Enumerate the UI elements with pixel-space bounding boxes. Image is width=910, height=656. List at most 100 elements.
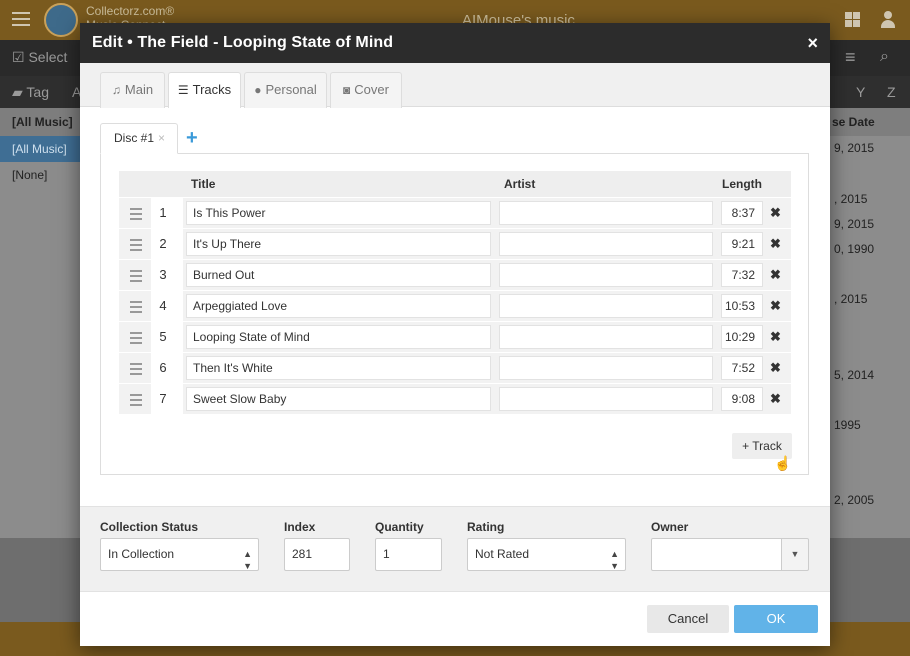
drag-handle-icon[interactable] — [130, 270, 142, 285]
tab-label: Main — [124, 82, 154, 97]
quantity-field[interactable]: 1 — [375, 538, 442, 571]
tab-bar: ♫ Main ☰ Tracks ● Personal ◙ Cover — [80, 63, 830, 108]
tab-label: Personal — [265, 82, 317, 97]
delete-track-icon[interactable]: ✖ — [770, 298, 781, 314]
add-disc-icon[interactable]: + — [186, 128, 198, 148]
close-icon[interactable]: × — [807, 33, 818, 54]
owner-dropdown-button[interactable]: ▼ — [781, 538, 809, 571]
track-row: 5 Looping State of Mind 10:29 ✖ — [119, 321, 791, 352]
track-title-field[interactable]: Sweet Slow Baby — [186, 387, 491, 411]
track-length-field[interactable]: 9:21 — [721, 232, 763, 256]
letter-z[interactable]: Z — [887, 84, 896, 100]
date-cell: 5, 2014 — [834, 368, 875, 382]
disc-tab-label: Disc #1 — [114, 131, 155, 145]
list-item[interactable]: [None] — [12, 168, 47, 182]
search-icon[interactable]: ⌕ — [880, 48, 889, 66]
grid-icon[interactable] — [845, 12, 861, 28]
track-row: 3 Burned Out 7:32 ✖ — [119, 259, 791, 290]
tab-cover[interactable]: ◙ Cover — [330, 72, 402, 108]
track-title-field[interactable]: Is This Power — [186, 201, 491, 225]
updown-arrows-icon: ▲ ▼ — [610, 549, 619, 571]
drag-handle-icon[interactable] — [130, 239, 142, 254]
delete-track-icon[interactable]: ✖ — [770, 267, 781, 283]
index-field[interactable]: 281 — [284, 538, 350, 571]
tab-main[interactable]: ♫ Main — [100, 72, 165, 108]
remove-disc-icon[interactable]: × — [158, 131, 165, 145]
tab-label: Tracks — [192, 82, 232, 97]
tab-personal[interactable]: ● Personal — [244, 72, 327, 108]
track-artist-field[interactable] — [499, 294, 713, 318]
account-icon[interactable] — [880, 11, 896, 29]
track-title-field[interactable]: Looping State of Mind — [186, 325, 491, 349]
track-number: 2 — [151, 229, 183, 259]
track-length-field[interactable]: 8:37 — [721, 201, 763, 225]
track-length-field[interactable]: 7:32 — [721, 263, 763, 287]
track-title-field[interactable]: Burned Out — [186, 263, 491, 287]
owner-field[interactable] — [651, 538, 782, 571]
select-button[interactable]: ☑ Select — [12, 49, 67, 66]
rating-select[interactable]: Not Rated ▲ ▼ — [467, 538, 626, 571]
quantity-label: Quantity — [375, 520, 424, 534]
track-artist-field[interactable] — [499, 232, 713, 256]
drag-handle-icon[interactable] — [130, 301, 142, 316]
column-length: Length — [722, 177, 762, 191]
delete-track-icon[interactable]: ✖ — [770, 329, 781, 345]
drag-handle-icon[interactable] — [130, 208, 142, 223]
track-number-text: 2 — [159, 236, 167, 251]
date-cell: 9, 2015 — [834, 217, 875, 231]
track-number: 7 — [151, 384, 183, 414]
delete-track-icon[interactable]: ✖ — [770, 391, 781, 407]
cancel-button[interactable]: Cancel — [647, 605, 729, 633]
date-cell: 1995 — [834, 418, 861, 432]
track-title-field[interactable]: Arpeggiated Love — [186, 294, 491, 318]
drag-handle-icon[interactable] — [130, 332, 142, 347]
owner-label: Owner — [651, 520, 689, 534]
disc-tab[interactable]: Disc #1 × — [100, 123, 178, 154]
track-number-text: 1 — [159, 205, 167, 220]
list-item[interactable]: [All Music] — [12, 142, 67, 156]
select-label: Select — [28, 49, 68, 65]
track-number: 3 — [151, 260, 183, 290]
tag-button[interactable]: ▰ Tag — [12, 84, 49, 101]
tag-label: Tag — [26, 84, 49, 100]
collection-status-label: Collection Status — [100, 520, 199, 534]
delete-track-icon[interactable]: ✖ — [770, 236, 781, 252]
track-number: 5 — [151, 322, 183, 352]
track-row: 6 Then It's White 7:52 ✖ — [119, 352, 791, 383]
track-title-field[interactable]: It's Up There — [186, 232, 491, 256]
track-artist-field[interactable] — [499, 387, 713, 411]
track-length-field[interactable]: 7:52 — [721, 356, 763, 380]
ok-button[interactable]: OK — [734, 605, 818, 633]
date-cell: , 2015 — [834, 192, 868, 206]
track-row: 1 Is This Power 8:37 ✖ — [119, 197, 791, 228]
date-cell: 2, 2005 — [834, 493, 875, 507]
tracks-header: Title Artist Length — [119, 171, 791, 197]
menu-icon[interactable] — [12, 12, 30, 26]
date-cell: , 2015 — [834, 292, 868, 306]
letter-y[interactable]: Y — [856, 84, 865, 100]
disc-panel: Title Artist Length 1 Is This Power 8:37 ✖ 2… — [100, 153, 809, 475]
tab-tracks[interactable]: ☰ Tracks — [168, 72, 241, 108]
delete-track-icon[interactable]: ✖ — [770, 205, 781, 221]
track-title-field[interactable]: Then It's White — [186, 356, 491, 380]
track-artist-field[interactable] — [499, 263, 713, 287]
collection-status-value: In Collection — [108, 547, 175, 561]
updown-arrows-icon: ▲ ▼ — [243, 549, 252, 571]
track-length-field[interactable]: 10:29 — [721, 325, 763, 349]
hamburger-icon[interactable]: ≡ — [845, 47, 856, 68]
track-artist-field[interactable] — [499, 356, 713, 380]
user-icon: ● — [254, 83, 262, 97]
date-cell: 0, 1990 — [834, 242, 875, 256]
track-artist-field[interactable] — [499, 325, 713, 349]
track-row: 2 It's Up There 9:21 ✖ — [119, 228, 791, 259]
track-length-field[interactable]: 10:53 — [721, 294, 763, 318]
disc-area: Disc #1 × + Title Artist Length 1 Is This … — [100, 123, 809, 475]
track-artist-field[interactable] — [499, 201, 713, 225]
drag-handle-icon[interactable] — [130, 363, 142, 378]
tab-label: Cover — [354, 82, 389, 97]
collection-status-select[interactable]: In Collection ▲ ▼ — [100, 538, 259, 571]
track-length-field[interactable]: 9:08 — [721, 387, 763, 411]
drag-handle-icon[interactable] — [130, 394, 142, 409]
brand-name: Collectorz.com® — [86, 4, 175, 18]
delete-track-icon[interactable]: ✖ — [770, 360, 781, 376]
